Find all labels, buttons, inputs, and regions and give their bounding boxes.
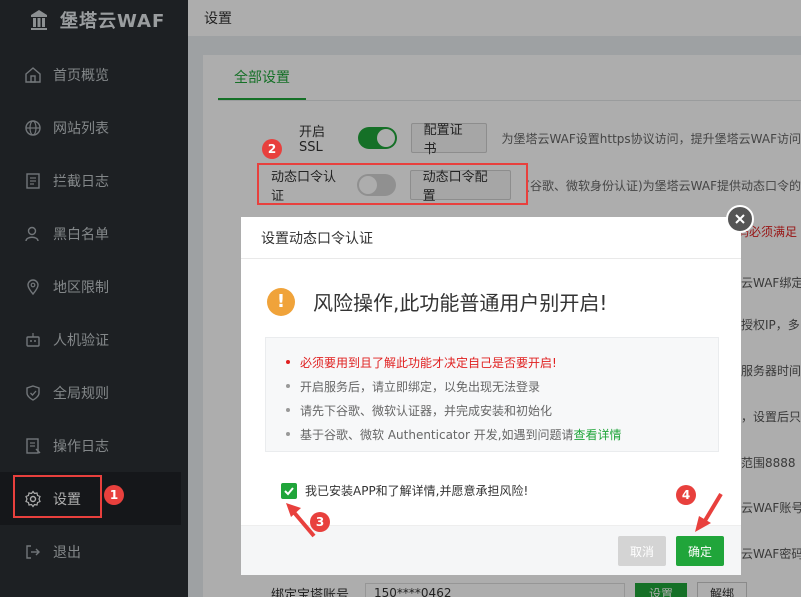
notice-item: 必须要用到且了解此功能才决定自己是否要开启! [286,350,702,374]
notice-item: 基于谷歌、微软 Authenticator 开发,如遇到问题请 查看详情 [286,422,702,446]
warning-line: ! 风险操作,此功能普通用户别开启! [267,287,607,316]
otp-highlight-box [257,163,528,205]
step-marker-3: 3 [310,512,330,532]
settings-highlight-box [13,475,102,518]
bullet-icon [286,360,290,364]
agree-text[interactable]: 我已安装APP和了解详情,并愿意承担风险! [305,482,528,499]
step-marker-4: 4 [676,485,696,505]
check-icon [284,486,294,495]
step-marker-2: 2 [262,139,282,159]
arrow-to-confirm-icon [695,492,723,532]
close-dialog-button[interactable] [726,205,754,233]
close-icon [735,214,745,224]
bullet-icon [286,408,290,412]
confirm-button[interactable]: 确定 [676,536,724,566]
notice-item: 开启服务后，请立即绑定，以免出现无法登录 [286,374,702,398]
step-marker-1: 1 [104,485,124,505]
warning-text: 风险操作,此功能普通用户别开启! [313,291,608,315]
dialog-title: 设置动态口令认证 [241,217,741,259]
exclamation-icon: ! [267,287,295,316]
view-details-link[interactable]: 查看详情 [574,426,622,443]
agree-checkbox[interactable] [281,482,297,499]
bullet-icon [286,432,290,436]
notice-item: 请先下谷歌、微软认证器，并完成安装和初始化 [286,398,702,422]
cancel-button[interactable]: 取消 [618,536,666,566]
agree-row: 我已安装APP和了解详情,并愿意承担风险! [281,482,528,499]
notice-box: 必须要用到且了解此功能才决定自己是否要开启! 开启服务后，请立即绑定，以免出现无… [265,337,719,452]
bullet-icon [286,384,290,388]
